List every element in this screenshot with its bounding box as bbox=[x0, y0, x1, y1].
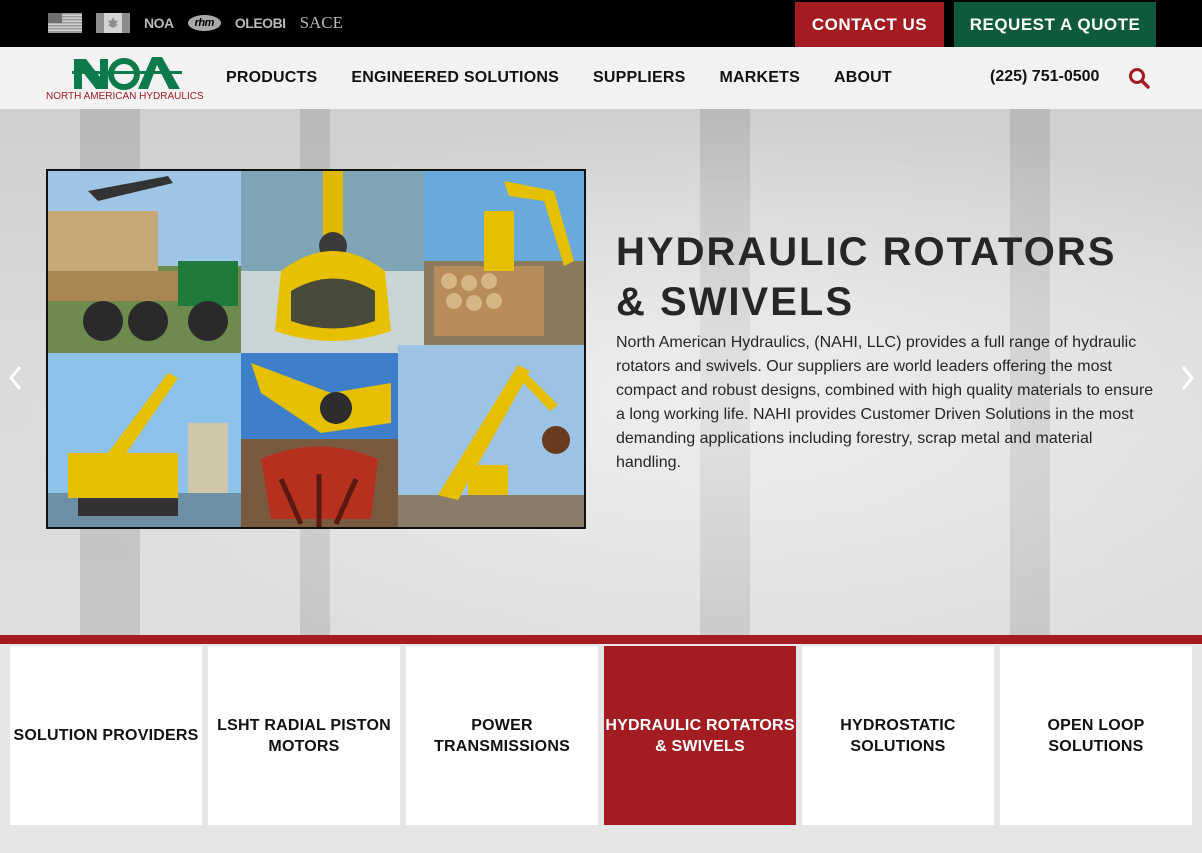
photo-barge-handler bbox=[48, 353, 241, 527]
search-icon[interactable] bbox=[1128, 67, 1150, 89]
hero-title: HYDRAULIC ROTATORS & SWIVELS bbox=[616, 230, 1117, 324]
request-quote-button[interactable]: REQUEST A QUOTE bbox=[954, 2, 1156, 47]
partner-logos: NOA rhm OLEOBI SACE bbox=[48, 10, 343, 36]
main-navigation: NORTH AMERICAN HYDRAULICS PRODUCTS ENGIN… bbox=[0, 47, 1202, 109]
contact-us-button[interactable]: CONTACT US bbox=[795, 2, 944, 47]
category-hydrostatic-solutions[interactable]: HYDROSTATIC SOLUTIONS bbox=[802, 646, 994, 825]
oleobi-partner-logo[interactable]: OLEOBI bbox=[235, 15, 286, 31]
nav-about[interactable]: ABOUT bbox=[834, 69, 892, 87]
phone-number[interactable]: (225) 751-0500 bbox=[990, 68, 1099, 86]
nav-products[interactable]: PRODUCTS bbox=[226, 69, 317, 87]
logo-wordmark: NORTH AMERICAN HYDRAULICS bbox=[46, 91, 204, 102]
category-lsht-motors[interactable]: LSHT RADIAL PISTON MOTORS bbox=[208, 646, 400, 825]
nav-suppliers[interactable]: SUPPLIERS bbox=[593, 69, 686, 87]
photo-scrap-grapple bbox=[241, 439, 398, 527]
category-band: SOLUTION PROVIDERS LSHT RADIAL PISTON MO… bbox=[0, 635, 1202, 853]
category-open-loop-solutions[interactable]: OPEN LOOP SOLUTIONS bbox=[1000, 646, 1192, 825]
photo-scrap-handler bbox=[398, 345, 584, 527]
photo-forestry-loader bbox=[48, 171, 241, 353]
rhm-partner-logo[interactable]: rhm bbox=[187, 15, 221, 31]
us-flag-icon[interactable] bbox=[48, 13, 82, 33]
accent-divider bbox=[0, 635, 1202, 644]
category-solution-providers[interactable]: SOLUTION PROVIDERS bbox=[10, 646, 202, 825]
category-label: POWER TRANSMISSIONS bbox=[434, 716, 570, 755]
photo-log-loader bbox=[424, 171, 584, 345]
product-photo-collage bbox=[46, 169, 586, 529]
nav-markets[interactable]: MARKETS bbox=[719, 69, 800, 87]
category-label: HYDROSTATIC SOLUTIONS bbox=[840, 716, 956, 755]
photo-grapple-water bbox=[241, 171, 424, 353]
noa-partner-logo[interactable]: NOA bbox=[144, 15, 174, 31]
nav-engineered-solutions[interactable]: ENGINEERED SOLUTIONS bbox=[351, 69, 559, 87]
chevron-left-icon[interactable] bbox=[5, 363, 27, 393]
category-power-transmissions[interactable]: POWER TRANSMISSIONS bbox=[406, 646, 598, 825]
primary-nav: PRODUCTS ENGINEERED SOLUTIONS SUPPLIERS … bbox=[226, 47, 892, 109]
canada-flag-icon[interactable] bbox=[96, 13, 130, 33]
top-utility-bar: NOA rhm OLEOBI SACE CONTACT US REQUEST A… bbox=[0, 0, 1202, 47]
category-label: OPEN LOOP SOLUTIONS bbox=[1047, 716, 1145, 755]
hero-description: North American Hydraulics, (NAHI, LLC) p… bbox=[616, 334, 1154, 471]
site-logo[interactable]: NORTH AMERICAN HYDRAULICS bbox=[46, 55, 206, 103]
photo-rotator-closeup bbox=[241, 353, 398, 439]
noa-logo-mark bbox=[72, 57, 182, 90]
category-label: HYDRAULIC ROTATORS & SWIVELS bbox=[605, 716, 795, 755]
category-hydraulic-rotators[interactable]: HYDRAULIC ROTATORS & SWIVELS bbox=[604, 646, 796, 825]
category-label: LSHT RADIAL PISTON MOTORS bbox=[217, 716, 391, 755]
category-label: SOLUTION PROVIDERS bbox=[13, 727, 199, 744]
sace-partner-logo[interactable]: SACE bbox=[300, 13, 343, 33]
hero-slider: HYDRAULIC ROTATORS & SWIVELS North Ameri… bbox=[0, 109, 1202, 635]
chevron-right-icon[interactable] bbox=[1176, 363, 1198, 393]
